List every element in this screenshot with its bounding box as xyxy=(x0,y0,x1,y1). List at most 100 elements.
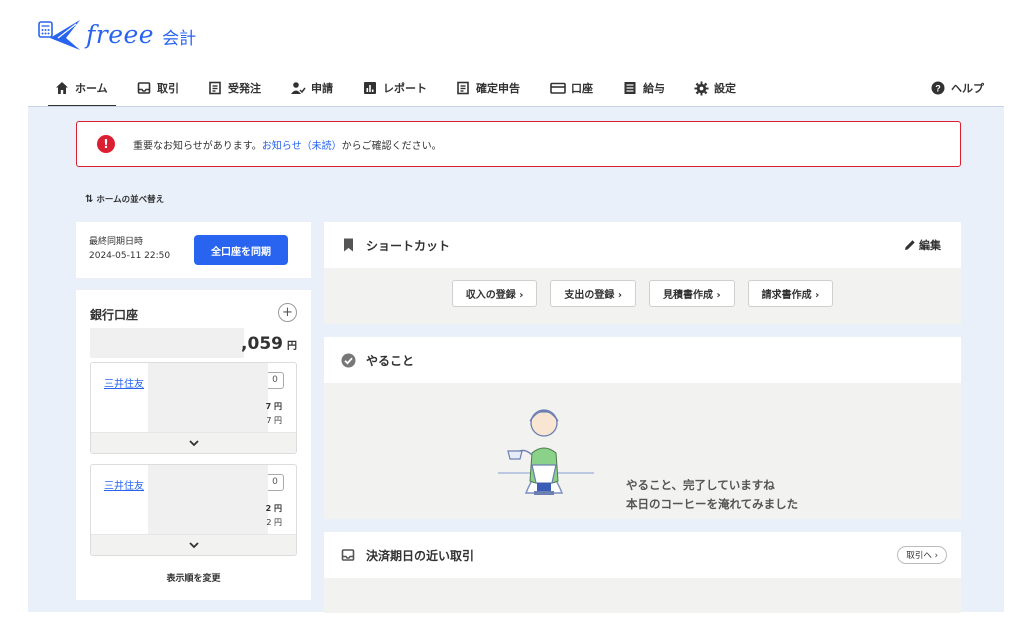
redacted-balance xyxy=(148,465,268,535)
card-icon xyxy=(550,80,566,96)
nav-home-label: ホーム xyxy=(75,82,108,95)
nav-orders-label: 受発注 xyxy=(228,82,261,95)
account-name-link[interactable]: 三井住友 xyxy=(104,375,144,390)
todo-message-line1: やること、完了していますね xyxy=(626,478,775,492)
pencil-icon xyxy=(905,240,915,250)
nav-home[interactable]: ホーム xyxy=(48,70,116,107)
bank-accounts-card: 銀行口座 + ,059 円 三井住友 0 7 円 7 円 三井住友 0 2 円 … xyxy=(76,290,311,600)
sync-all-button[interactable]: 全口座を同期 xyxy=(194,235,288,265)
nav-reports[interactable]: レポート xyxy=(362,70,427,106)
account-balance-1: 7 円 xyxy=(265,402,282,411)
nav-payroll-label: 給与 xyxy=(643,82,665,95)
nav-accounts-label: 口座 xyxy=(571,82,593,95)
dashboard-area: ! 重要なお知らせがあります。 お知らせ（未読） からご確認ください。 ⇅ ホー… xyxy=(28,106,1004,613)
notice-link[interactable]: お知らせ（未読） xyxy=(262,137,342,152)
bar-chart-icon xyxy=(362,80,378,96)
todo-panel: やること やること、完了していますね 本日のコーヒーを淹れてみました xyxy=(324,337,961,519)
add-account-button[interactable]: + xyxy=(278,303,297,322)
edit-shortcut-button[interactable]: 編集 xyxy=(904,237,941,253)
upcoming-deals-panel: 決済期日の近い取引 取引へ › xyxy=(324,532,961,613)
logo-subtitle: 会計 xyxy=(162,28,197,49)
svg-text:?: ? xyxy=(935,84,941,94)
alert-text-after: からご確認ください。 xyxy=(341,140,442,152)
todo-header: やること xyxy=(324,337,961,383)
shortcut-invoice-button[interactable]: 請求書作成 › xyxy=(747,280,834,307)
nav-help[interactable]: ? ヘルプ xyxy=(930,70,984,106)
shortcut-title: ショートカット xyxy=(366,238,451,253)
todo-complete-message: やること、完了していますね 本日のコーヒーを淹れてみました xyxy=(626,476,798,514)
bank-total-yen: 円 xyxy=(287,341,297,352)
nav-deals[interactable]: 取引 xyxy=(136,70,179,106)
document-list-icon xyxy=(207,80,223,96)
redacted-total xyxy=(90,328,244,358)
account-count-badge: 0 xyxy=(266,474,284,491)
deals-title: 決済期日の近い取引 xyxy=(366,548,475,563)
account-name-link[interactable]: 三井住友 xyxy=(104,477,144,492)
important-notice-alert: ! 重要なお知らせがあります。 お知らせ（未読） からご確認ください。 xyxy=(76,121,961,167)
chevron-down-icon xyxy=(188,439,199,446)
home-icon xyxy=(54,80,70,96)
bookmark-icon xyxy=(340,237,356,253)
nav-reports-label: レポート xyxy=(383,82,427,95)
last-sync-info: 最終同期日時 2024-05-11 22:50 xyxy=(89,235,170,263)
chevron-down-icon xyxy=(188,541,199,548)
nav-orders[interactable]: 受発注 xyxy=(207,70,261,106)
gear-icon xyxy=(693,80,709,96)
account-item: 三井住友 0 2 円 2 円 xyxy=(90,464,297,556)
todo-message-line2: 本日のコーヒーを淹れてみました xyxy=(626,497,799,511)
nav-payroll[interactable]: 給与 xyxy=(622,70,665,106)
nav-tax-label: 確定申告 xyxy=(476,82,520,95)
barista-illustration xyxy=(498,409,594,495)
shortcut-chips: 収入の登録 › 支出の登録 › 見積書作成 › 請求書作成 › xyxy=(324,268,961,307)
nav-apply[interactable]: 申請 xyxy=(290,70,333,106)
nav-settings[interactable]: 設定 xyxy=(693,70,736,106)
last-sync-datetime: 2024-05-11 22:50 xyxy=(89,251,171,261)
change-order-link[interactable]: 表示順を変更 xyxy=(76,571,311,584)
bank-accounts-title: 銀行口座 xyxy=(90,308,139,322)
exclamation-icon: ! xyxy=(97,135,115,153)
edit-label: 編集 xyxy=(919,239,941,252)
payslip-icon xyxy=(622,80,638,96)
sort-arrows-icon: ⇅ xyxy=(85,193,94,205)
shortcut-body: 収入の登録 › 支出の登録 › 見積書作成 › 請求書作成 › xyxy=(324,268,961,324)
inbox-icon xyxy=(340,547,356,563)
todo-body: やること、完了していますね 本日のコーヒーを淹れてみました xyxy=(324,383,961,519)
account-count-badge: 0 xyxy=(266,372,284,389)
nav-help-label: ヘルプ xyxy=(951,82,984,95)
question-circle-icon: ? xyxy=(930,80,946,96)
user-check-icon xyxy=(290,80,306,96)
bank-total-value: ,059 xyxy=(241,334,283,354)
go-to-deals-button[interactable]: 取引へ › xyxy=(897,546,947,564)
freee-logo[interactable]: freee 会計 xyxy=(36,14,196,54)
account-balance-1: 2 円 xyxy=(265,504,282,513)
nav-apply-label: 申請 xyxy=(311,82,333,95)
home-reorder-link[interactable]: ⇅ ホームの並べ替え xyxy=(85,193,165,206)
home-reorder-label: ホームの並べ替え xyxy=(96,195,165,205)
logo-text: freee xyxy=(86,19,155,49)
shortcut-quote-button[interactable]: 見積書作成 › xyxy=(649,280,735,307)
nav-deals-label: 取引 xyxy=(157,82,179,95)
expand-account-button[interactable] xyxy=(91,432,296,453)
check-circle-icon xyxy=(340,352,356,368)
nav-tax[interactable]: 確定申告 xyxy=(455,70,520,106)
sync-card: 最終同期日時 2024-05-11 22:50 全口座を同期 xyxy=(76,222,311,278)
bank-total: ,059 円 xyxy=(241,334,297,354)
nav-accounts[interactable]: 口座 xyxy=(550,70,593,106)
deals-body xyxy=(324,578,961,613)
redacted-balance xyxy=(148,363,268,433)
shortcut-header: ショートカット xyxy=(324,222,961,268)
nav-settings-label: 設定 xyxy=(714,82,736,95)
shortcut-panel: ショートカット 編集 収入の登録 › 支出の登録 › 見積書作成 › 請求書作成… xyxy=(324,222,961,324)
deals-header: 決済期日の近い取引 xyxy=(324,532,961,578)
account-balance-2: 7 円 xyxy=(266,416,282,425)
account-item: 三井住友 0 7 円 7 円 xyxy=(90,362,297,454)
account-balance-2: 2 円 xyxy=(266,518,282,527)
alert-text-before: 重要なお知らせがあります。 xyxy=(133,140,262,152)
tax-document-icon xyxy=(455,80,471,96)
shortcut-income-button[interactable]: 収入の登録 › xyxy=(451,280,538,307)
shortcut-expense-button[interactable]: 支出の登録 › xyxy=(550,280,636,307)
expand-account-button[interactable] xyxy=(91,534,296,555)
inbox-icon xyxy=(136,80,152,96)
calculator-bird-icon xyxy=(38,20,80,50)
last-sync-label: 最終同期日時 xyxy=(89,237,144,247)
